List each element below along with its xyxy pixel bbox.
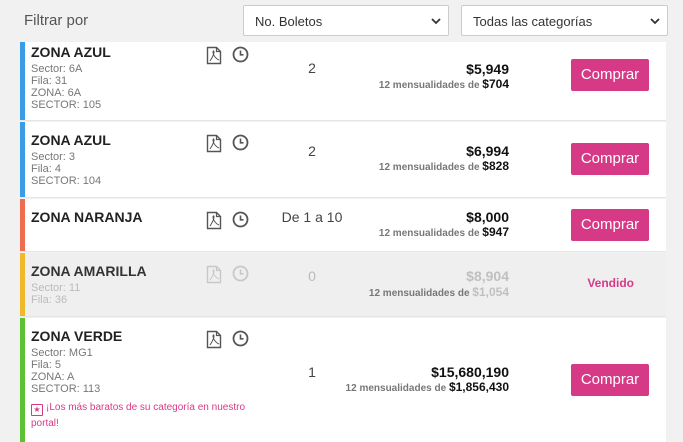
monthly-amount: $704 bbox=[482, 77, 509, 91]
ticket-quantity: 2 bbox=[308, 143, 316, 159]
ticket-list: ZONA AZUL Sector: 6A Fila: 31 ZONA: 6A S… bbox=[0, 0, 683, 442]
zone-name: ZONA AZUL bbox=[31, 44, 111, 60]
monthly-amount: $947 bbox=[482, 225, 509, 239]
clock-icon[interactable] bbox=[232, 46, 249, 63]
zone-name: ZONA NARANJA bbox=[31, 209, 143, 225]
ticket-quantity: De 1 a 10 bbox=[281, 209, 343, 225]
seat-detail: ZONA: 6A bbox=[31, 87, 82, 99]
buy-button[interactable]: Comprar bbox=[571, 59, 649, 91]
ticket-row: ZONA NARANJA De 1 a 10 $8,000 12 mensual… bbox=[20, 199, 666, 252]
ticket-quantity: 0 bbox=[308, 268, 316, 284]
ticket-price: $15,680,190 bbox=[431, 364, 509, 380]
zone-name: ZONA AMARILLA bbox=[31, 263, 147, 279]
zone-color-bar bbox=[20, 41, 25, 120]
ticket-icons bbox=[206, 265, 250, 285]
ticket-row: ZONA AZUL Sector: 3 Fila: 4 SECTOR: 104 … bbox=[20, 122, 666, 198]
seat-detail: ZONA: A bbox=[31, 371, 75, 383]
monthly-amount: $828 bbox=[482, 159, 509, 173]
seat-detail: Sector: 6A bbox=[31, 63, 83, 75]
seat-detail: Sector: 3 bbox=[31, 151, 76, 163]
monthly-label: 12 mensualidades de bbox=[378, 80, 480, 91]
seat-detail: Sector: MG1 bbox=[31, 347, 93, 359]
chevron-down-icon bbox=[431, 18, 441, 25]
clock-icon[interactable] bbox=[232, 134, 249, 151]
buy-button[interactable]: Comprar bbox=[571, 143, 649, 175]
clock-icon[interactable] bbox=[232, 211, 249, 228]
promo-note: ★ ¡Los más baratos de su categoría en nue… bbox=[31, 400, 261, 431]
monthly-payments: 12 mensualidades de $1,054 bbox=[369, 285, 509, 299]
monthly-label: 12 mensualidades de bbox=[378, 162, 480, 173]
monthly-payments: 12 mensualidades de $947 bbox=[379, 225, 509, 239]
ticket-icons bbox=[206, 46, 250, 66]
zone-name: ZONA AZUL bbox=[31, 132, 111, 148]
ticket-row-sold: ZONA AMARILLA Sector: 11 Fila: 36 0 $8,9… bbox=[20, 253, 666, 317]
clock-icon[interactable] bbox=[232, 330, 249, 347]
category-select[interactable]: Todas las categorías bbox=[461, 5, 668, 36]
buy-button[interactable]: Comprar bbox=[571, 364, 649, 396]
ticket-icons bbox=[206, 330, 250, 350]
ticket-quantity: 1 bbox=[308, 364, 316, 380]
seat-detail: SECTOR: 104 bbox=[31, 175, 102, 187]
zone-color-bar bbox=[20, 318, 25, 442]
seat-detail: Fila: 4 bbox=[31, 163, 61, 175]
clock-icon bbox=[232, 265, 249, 282]
ticket-row: ZONA AZUL Sector: 6A Fila: 31 ZONA: 6A S… bbox=[20, 41, 666, 121]
seat-details: Sector: 3 Fila: 4 SECTOR: 104 bbox=[31, 151, 101, 187]
ticket-price: $8,000 bbox=[466, 209, 509, 225]
monthly-label: 12 mensualidades de bbox=[378, 228, 480, 239]
monthly-payments: 12 mensualidades de $828 bbox=[379, 159, 509, 173]
buy-button[interactable]: Comprar bbox=[571, 209, 649, 241]
monthly-amount: $1,054 bbox=[472, 285, 509, 299]
seat-detail: Sector: 11 bbox=[31, 282, 81, 294]
promo-text: ¡Los más baratos de su categoría en nues… bbox=[31, 402, 246, 429]
ticket-quantity: 2 bbox=[308, 60, 316, 76]
monthly-label: 12 mensualidades de bbox=[345, 383, 447, 394]
scrollbar[interactable] bbox=[677, 0, 683, 442]
star-badge-icon: ★ bbox=[31, 404, 43, 416]
seat-detail: Fila: 31 bbox=[31, 75, 68, 87]
zone-name: ZONA VERDE bbox=[31, 328, 123, 344]
seat-detail: SECTOR: 105 bbox=[31, 99, 102, 111]
ticket-row: ZONA VERDE Sector: MG1 Fila: 5 ZONA: A S… bbox=[20, 318, 666, 442]
monthly-amount: $1,856,430 bbox=[448, 380, 509, 394]
ticket-icons bbox=[206, 211, 250, 231]
tickets-count-select[interactable]: No. Boletos bbox=[243, 5, 449, 36]
monthly-label: 12 mensualidades de bbox=[368, 288, 470, 299]
seat-detail: Fila: 5 bbox=[31, 359, 61, 371]
ticket-price: $6,994 bbox=[466, 143, 509, 159]
seat-details: Sector: 11 Fila: 36 bbox=[31, 282, 80, 306]
zone-color-bar bbox=[20, 122, 25, 197]
ticket-icons bbox=[206, 134, 250, 154]
document-icon[interactable] bbox=[206, 46, 222, 65]
tickets-count-select-value: No. Boletos bbox=[255, 14, 323, 29]
monthly-payments: 12 mensualidades de $704 bbox=[379, 77, 509, 91]
zone-color-bar bbox=[20, 199, 25, 251]
document-icon[interactable] bbox=[206, 134, 222, 153]
document-icon[interactable] bbox=[206, 211, 222, 230]
seat-detail: SECTOR: 113 bbox=[31, 383, 101, 395]
document-icon[interactable] bbox=[206, 330, 222, 349]
listing-page: ZONA AZUL Sector: 6A Fila: 31 ZONA: 6A S… bbox=[0, 0, 683, 442]
document-icon bbox=[206, 265, 222, 284]
category-select-value: Todas las categorías bbox=[473, 14, 593, 29]
ticket-price: $8,904 bbox=[466, 268, 509, 284]
zone-color-bar bbox=[20, 253, 25, 316]
chevron-down-icon bbox=[650, 18, 660, 25]
ticket-price: $5,949 bbox=[466, 61, 509, 77]
seat-details: Sector: 6A Fila: 31 ZONA: 6A SECTOR: 105 bbox=[31, 63, 101, 111]
filter-label: Filtrar por bbox=[24, 12, 89, 29]
seat-details: Sector: MG1 Fila: 5 ZONA: A SECTOR: 113 bbox=[31, 347, 100, 395]
seat-detail: Fila: 36 bbox=[31, 294, 68, 306]
sold-label: Vendido bbox=[587, 276, 634, 290]
monthly-payments: 12 mensualidades de $1,856,430 bbox=[346, 380, 509, 394]
filter-bar: Filtrar por No. Boletos Todas las catego… bbox=[0, 0, 683, 42]
